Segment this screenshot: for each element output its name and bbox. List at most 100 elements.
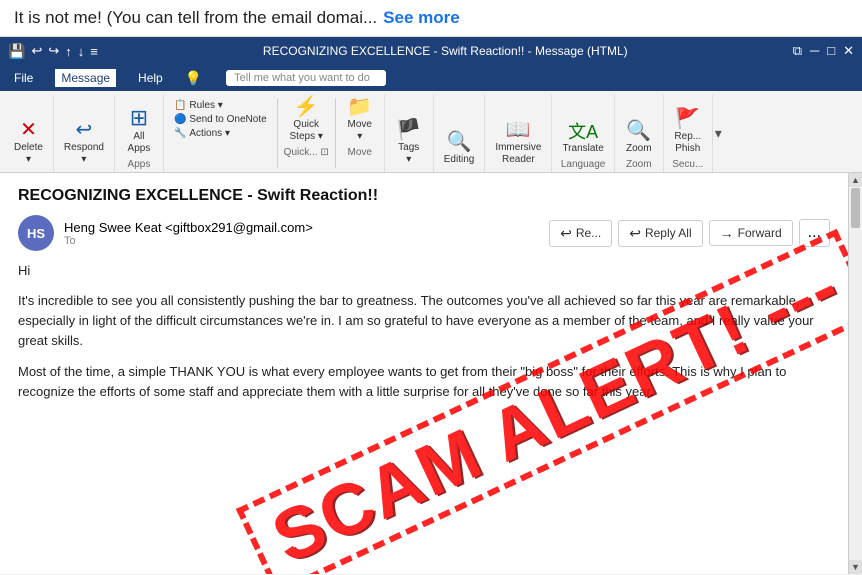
tags-button[interactable]: 🏴 Tags▾: [391, 118, 427, 168]
quick-steps-button[interactable]: ⚡ QuickSteps ▾: [286, 95, 327, 145]
zoom-group-label: Zoom: [621, 157, 657, 172]
window-controls: ⧉ ─ □ ✕: [793, 43, 854, 59]
body-paragraph-2: Most of the time, a simple THANK YOU is …: [18, 362, 830, 402]
zoom-button[interactable]: 🔍 Zoom: [621, 119, 657, 157]
scroll-thumb[interactable]: [851, 188, 860, 228]
forward-button[interactable]: → Forward: [709, 220, 793, 246]
translate-label: Translate: [562, 143, 603, 155]
forward-icon: →: [720, 225, 734, 241]
move-label: Move▾: [348, 119, 372, 143]
undo-icon[interactable]: ↩: [31, 43, 42, 59]
ribbon-group-respond: ↩ Respond▾: [54, 95, 115, 172]
editing-button[interactable]: 🔍 Editing: [440, 130, 479, 168]
zoom-label: Zoom: [626, 143, 652, 155]
menu-file[interactable]: File: [8, 69, 39, 87]
delete-icon: ✕: [20, 120, 37, 140]
email-scrollbar[interactable]: ▲ ▼: [848, 173, 862, 574]
sender-to: To: [64, 235, 313, 247]
banner-text: It is not me! (You can tell from the ema…: [14, 8, 377, 28]
ribbon-group-apps: ⊞ AllApps Apps: [115, 95, 164, 172]
reply-label: Re...: [576, 226, 601, 240]
translate-button[interactable]: 文A Translate: [558, 121, 607, 157]
editing-label: Editing: [444, 154, 475, 166]
ribbon-group-delete: ✕ Delete▾: [4, 95, 54, 172]
sender-name: Heng Swee Keat <giftbox291@gmail.com>: [64, 220, 313, 235]
menu-bar: File Message Help 💡 Tell me what you wan…: [0, 65, 862, 91]
ribbon-scroll-down-icon[interactable]: ▾: [715, 125, 722, 142]
top-banner: It is not me! (You can tell from the ema…: [0, 0, 862, 37]
close-icon[interactable]: ✕: [843, 43, 854, 59]
reply-all-label: Reply All: [645, 226, 692, 240]
tags-icon: 🏴: [396, 120, 421, 140]
scroll-down-arrow[interactable]: ▼: [849, 560, 862, 574]
menu-help[interactable]: Help: [132, 69, 169, 87]
tags-group-label: [391, 168, 427, 172]
email-header-row: HS Heng Swee Keat <giftbox291@gmail.com>…: [18, 215, 830, 251]
send-onenote-button[interactable]: 🔵 Send to OneNote: [170, 113, 271, 126]
rules-button[interactable]: 📋 Rules ▾: [170, 99, 271, 112]
editing-group-label: [440, 168, 479, 172]
redo-icon[interactable]: ↪: [48, 43, 59, 59]
ribbon-group-zoom: 🔍 Zoom Zoom: [615, 95, 664, 172]
ribbon-group-security: 🚩 Rep...Phish Secu...: [664, 95, 713, 172]
rules-icon: 📋: [174, 100, 186, 111]
immersive-button[interactable]: 📖 ImmersiveReader: [491, 118, 545, 168]
maximize-icon[interactable]: □: [827, 43, 835, 59]
reply-all-icon: ↩: [629, 225, 641, 242]
ribbon-group-quicksteps: 📋 Rules ▾ 🔵 Send to OneNote 🔧 Actions ▾ …: [164, 95, 385, 172]
move-icon: 📁: [347, 97, 372, 117]
ribbon-group-immersive: 📖 ImmersiveReader: [485, 95, 552, 172]
delete-button[interactable]: ✕ Delete▾: [10, 118, 47, 168]
ribbon-group-tags: 🏴 Tags▾: [385, 95, 434, 172]
language-group-label: Language: [558, 157, 607, 172]
ribbon-group-language: 文A Translate Language: [552, 95, 614, 172]
quick-label: Quick... ⊡: [284, 145, 329, 160]
email-container: RECOGNIZING EXCELLENCE - Swift Reaction!…: [0, 173, 862, 574]
email-body: Hi It's incredible to see you all consis…: [18, 261, 830, 402]
reply-button[interactable]: ↩ Re...: [549, 220, 612, 247]
immersive-group-label: [491, 168, 545, 172]
restore-icon[interactable]: ⧉: [793, 43, 802, 59]
save-icon[interactable]: 💾: [8, 43, 25, 60]
report-phish-button[interactable]: 🚩 Rep...Phish: [670, 107, 706, 157]
move-button[interactable]: 📁 Move▾: [342, 95, 378, 145]
pin-icon[interactable]: ≡: [90, 44, 98, 59]
scroll-track: [849, 229, 862, 560]
all-apps-icon: ⊞: [130, 107, 148, 129]
respond-button[interactable]: ↩ Respond▾: [60, 118, 108, 168]
quick-steps-icon: ⚡: [294, 97, 319, 117]
onenote-icon: 🔵: [174, 114, 186, 125]
minimize-icon[interactable]: ─: [810, 43, 819, 59]
respond-group-label: [60, 168, 108, 172]
translate-icon: 文A: [568, 123, 598, 141]
ribbon-group-editing: 🔍 Editing: [434, 95, 486, 172]
apps-group-label: Apps: [121, 157, 157, 172]
up-icon[interactable]: ↑: [65, 44, 72, 59]
body-paragraph-0: Hi: [18, 261, 830, 281]
scroll-up-arrow[interactable]: ▲: [849, 173, 862, 187]
quick-steps-label: QuickSteps ▾: [290, 119, 323, 143]
search-box[interactable]: Tell me what you want to do: [226, 70, 386, 86]
sender-details: Heng Swee Keat <giftbox291@gmail.com> To: [64, 220, 313, 247]
menu-message[interactable]: Message: [55, 69, 116, 87]
zoom-icon: 🔍: [626, 121, 651, 141]
editing-icon: 🔍: [447, 132, 472, 152]
ribbon: ✕ Delete▾ ↩ Respond▾ ⊞ AllApps Apps: [0, 91, 862, 173]
all-apps-button[interactable]: ⊞ AllApps: [121, 105, 157, 157]
actions-button[interactable]: 🔧 Actions ▾: [170, 127, 271, 140]
ribbon-scroll[interactable]: ▾: [713, 95, 722, 172]
down-icon[interactable]: ↓: [78, 44, 85, 59]
see-more-link[interactable]: See more: [383, 8, 460, 28]
immersive-icon: 📖: [506, 120, 531, 140]
report-phish-label: Rep...Phish: [674, 131, 701, 155]
immersive-label: ImmersiveReader: [495, 142, 541, 166]
forward-label: Forward: [738, 226, 782, 240]
window-title: RECOGNIZING EXCELLENCE - Swift Reaction!…: [104, 44, 787, 58]
reply-all-button[interactable]: ↩ Reply All: [618, 220, 702, 247]
all-apps-label: AllApps: [128, 131, 151, 155]
report-phish-icon: 🚩: [675, 109, 700, 129]
actions-icon: 🔧: [174, 128, 186, 139]
body-paragraph-1: It's incredible to see you all consisten…: [18, 291, 830, 351]
more-button[interactable]: ...: [799, 219, 830, 247]
title-bar: 💾 ↩ ↪ ↑ ↓ ≡ RECOGNIZING EXCELLENCE - Swi…: [0, 37, 862, 65]
